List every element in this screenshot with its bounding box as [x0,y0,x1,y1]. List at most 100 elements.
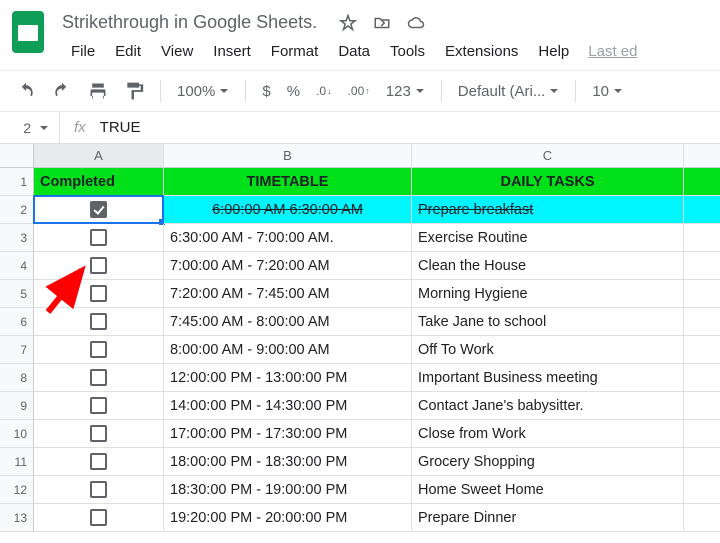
checkbox-icon[interactable] [90,509,107,526]
cell-time[interactable]: 7:00:00 AM - 7:20:00 AM [164,252,412,280]
cell-time[interactable]: 7:45:00 AM - 8:00:00 AM [164,308,412,336]
cell-time[interactable]: 19:20:00 PM - 20:00:00 PM [164,504,412,532]
cell-checkbox[interactable] [34,448,164,476]
cell-checkbox[interactable] [34,252,164,280]
row-header[interactable]: 2 [0,196,34,224]
cell-time[interactable]: 14:00:00 PM - 14:30:00 PM [164,392,412,420]
cell[interactable] [684,168,720,196]
cell-task[interactable]: Home Sweet Home [412,476,684,504]
row-header[interactable]: 4 [0,252,34,280]
cell-task[interactable]: Exercise Routine [412,224,684,252]
cell-time[interactable]: 12:00:00 PM - 13:00:00 PM [164,364,412,392]
cell-checkbox[interactable] [34,504,164,532]
name-box[interactable]: 2 [0,112,60,143]
cloud-status-icon[interactable] [407,14,425,35]
decrease-decimal-button[interactable]: .0↓ [310,81,338,101]
cell-task[interactable]: Contact Jane's babysitter. [412,392,684,420]
checkbox-icon[interactable] [90,257,107,274]
column-header[interactable]: A [34,144,164,168]
formula-input[interactable]: TRUE [100,119,141,136]
currency-button[interactable]: $ [256,80,276,103]
cell-task[interactable]: Prepare Dinner [412,504,684,532]
header-completed[interactable]: Completed [34,168,164,196]
checkbox-icon[interactable] [90,313,107,330]
cell-task[interactable]: Clean the House [412,252,684,280]
menu-extensions[interactable]: Extensions [436,39,527,64]
select-all-corner[interactable] [0,144,34,168]
cell[interactable] [684,392,720,420]
cell-checkbox[interactable] [34,392,164,420]
zoom-dropdown[interactable]: 100% [171,79,235,104]
checkbox-icon[interactable] [90,425,107,442]
cell-task[interactable]: Grocery Shopping [412,448,684,476]
cell-checkbox[interactable] [34,476,164,504]
cell[interactable] [684,476,720,504]
row-header[interactable]: 1 [0,168,34,196]
cell-task[interactable]: Off To Work [412,336,684,364]
menu-edit[interactable]: Edit [106,39,150,64]
menu-format[interactable]: Format [262,39,328,64]
row-header[interactable]: 12 [0,476,34,504]
percent-button[interactable]: % [281,80,306,103]
cell-task[interactable]: Take Jane to school [412,308,684,336]
column-header[interactable]: C [412,144,684,168]
menu-data[interactable]: Data [329,39,379,64]
checkbox-icon[interactable] [90,285,107,302]
cell-checkbox[interactable] [34,336,164,364]
cell[interactable] [684,448,720,476]
cell[interactable] [684,336,720,364]
row-header[interactable]: 9 [0,392,34,420]
number-format-dropdown[interactable]: 123 [380,79,431,104]
cell-time[interactable]: 18:30:00 PM - 19:00:00 PM [164,476,412,504]
row-header[interactable]: 8 [0,364,34,392]
cell-task[interactable]: Close from Work [412,420,684,448]
checkbox-icon[interactable] [90,453,107,470]
cell-time[interactable]: 18:00:00 PM - 18:30:00 PM [164,448,412,476]
cell[interactable] [684,504,720,532]
checkbox-icon[interactable] [90,201,107,218]
row-header[interactable]: 10 [0,420,34,448]
cell-time[interactable]: 6:30:00 AM - 7:00:00 AM. [164,224,412,252]
cell[interactable] [684,280,720,308]
row-header[interactable]: 13 [0,504,34,532]
font-dropdown[interactable]: Default (Ari... [452,79,566,104]
header-timetable[interactable]: TIMETABLE [164,168,412,196]
cell[interactable] [684,308,720,336]
cell-checkbox[interactable] [34,196,164,224]
menu-insert[interactable]: Insert [204,39,260,64]
star-icon[interactable] [339,14,357,35]
cell[interactable] [684,252,720,280]
row-header[interactable]: 3 [0,224,34,252]
redo-button[interactable] [46,77,78,105]
row-header[interactable]: 6 [0,308,34,336]
row-header[interactable]: 5 [0,280,34,308]
checkbox-icon[interactable] [90,369,107,386]
cell[interactable] [684,224,720,252]
header-tasks[interactable]: DAILY TASKS [412,168,684,196]
menu-view[interactable]: View [152,39,202,64]
print-button[interactable] [82,77,114,105]
row-header[interactable]: 7 [0,336,34,364]
menu-tools[interactable]: Tools [381,39,434,64]
sheets-logo[interactable] [12,8,50,56]
cell[interactable] [684,420,720,448]
cell-task[interactable]: Prepare breakfast [412,196,684,224]
cell-time[interactable]: 7:20:00 AM - 7:45:00 AM [164,280,412,308]
paint-format-button[interactable] [118,77,150,105]
cell-checkbox[interactable] [34,224,164,252]
row-header[interactable]: 11 [0,448,34,476]
increase-decimal-button[interactable]: .00↑ [342,81,376,101]
column-header[interactable]: B [164,144,412,168]
checkbox-icon[interactable] [90,341,107,358]
checkbox-icon[interactable] [90,481,107,498]
checkbox-icon[interactable] [90,397,107,414]
cell-task[interactable]: Morning Hygiene [412,280,684,308]
cell-time[interactable]: 6:00:00 AM 6:30:00 AM [164,196,412,224]
cell-checkbox[interactable] [34,280,164,308]
undo-button[interactable] [10,77,42,105]
move-icon[interactable] [373,14,391,35]
document-title[interactable]: Strikethrough in Google Sheets. [62,8,317,37]
last-edit-link[interactable]: Last ed [588,43,637,60]
cell[interactable] [684,364,720,392]
checkbox-icon[interactable] [90,229,107,246]
